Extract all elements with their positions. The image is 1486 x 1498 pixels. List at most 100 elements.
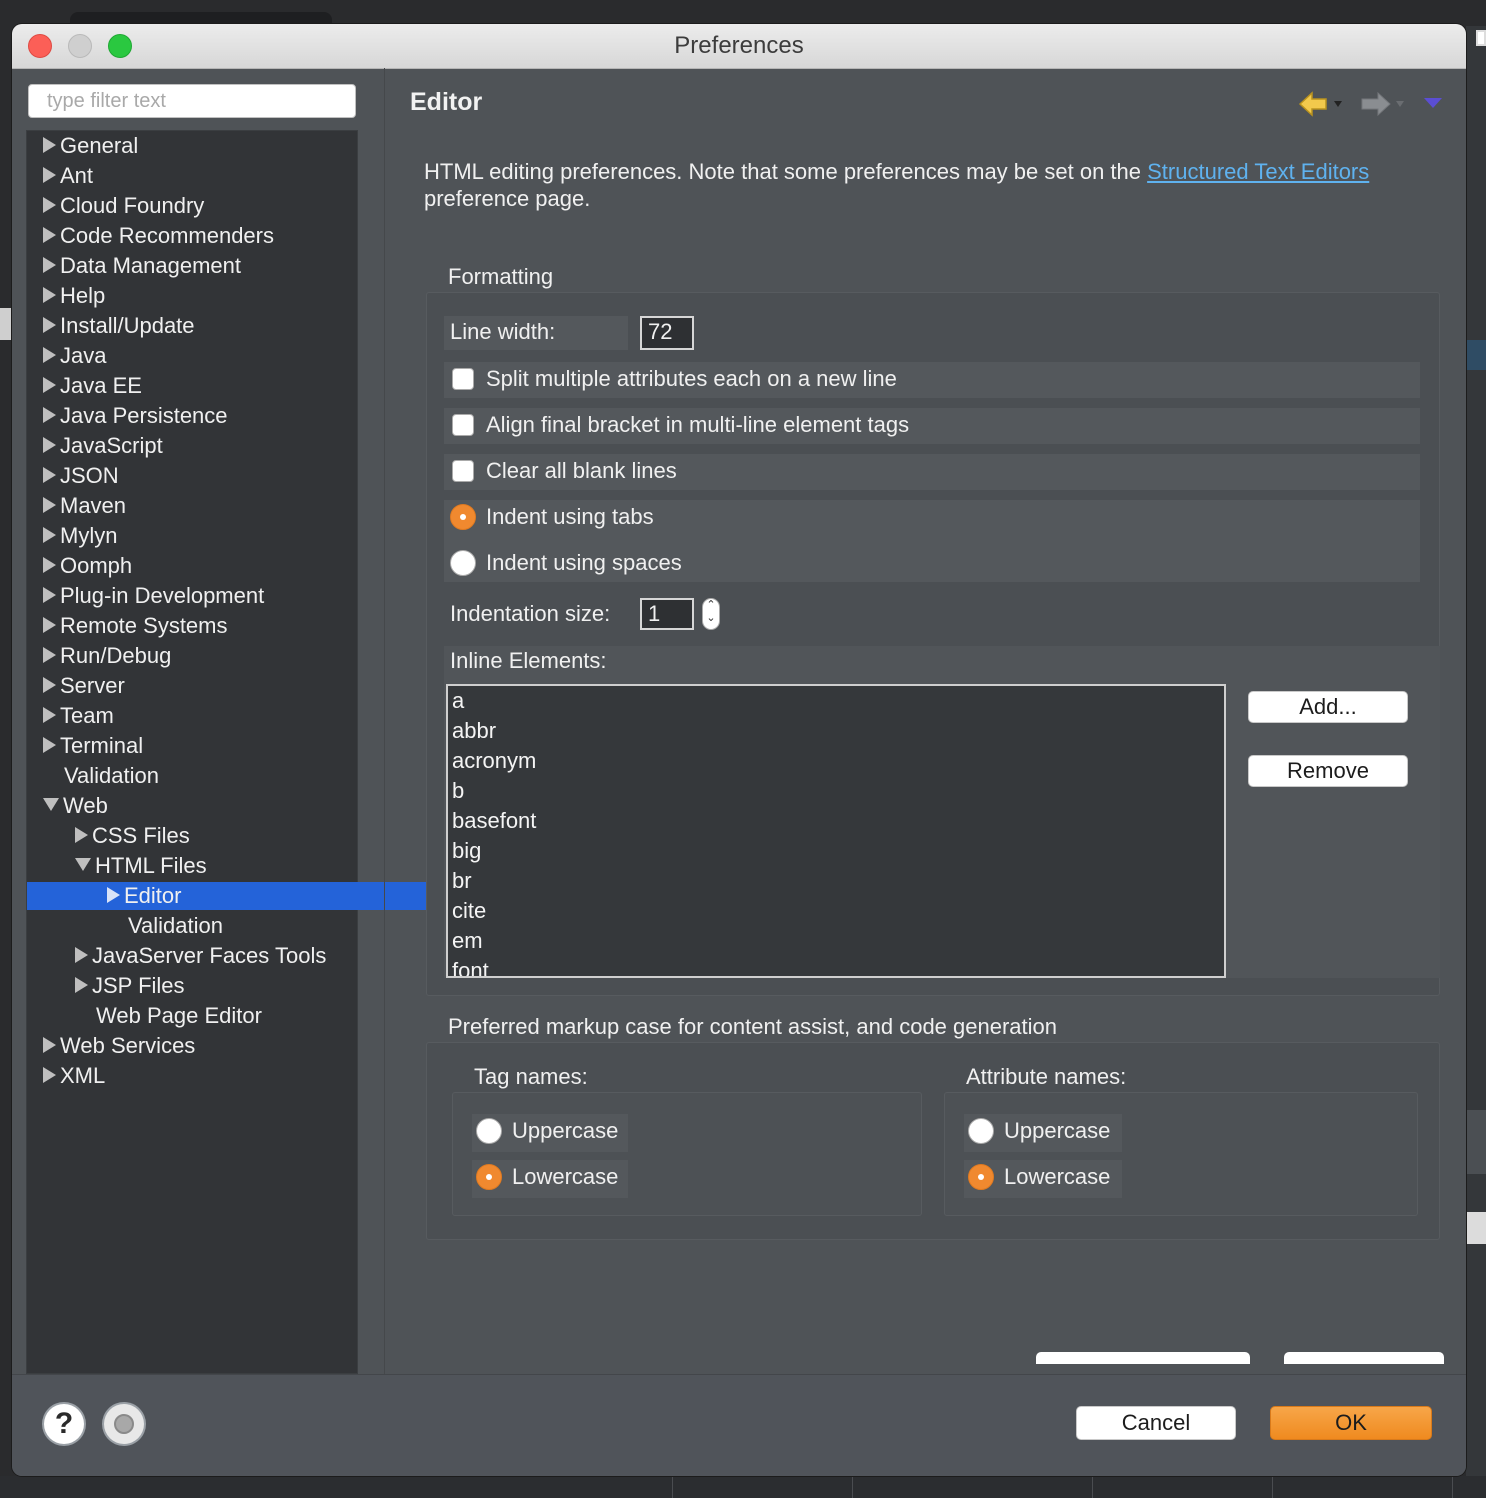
sidebar-item[interactable]: Java Persistence [27,402,373,430]
collapsed-arrow-icon[interactable] [43,197,56,214]
collapsed-arrow-icon[interactable] [43,317,56,334]
sidebar-item[interactable]: Java EE [27,372,373,400]
cancel-button[interactable]: Cancel [1076,1406,1236,1440]
help-icon[interactable]: ? [44,1404,84,1444]
collapsed-arrow-icon[interactable] [43,677,56,694]
sidebar-item[interactable]: JSP Files [27,972,405,1000]
apply-button[interactable] [1284,1352,1444,1364]
collapsed-arrow-icon[interactable] [43,347,56,364]
add-button[interactable]: Add... [1248,691,1408,723]
collapsed-arrow-icon[interactable] [43,1037,56,1054]
sidebar-item[interactable]: JSON [27,462,373,490]
list-item[interactable]: br [452,866,472,896]
tag-uppercase-label[interactable]: Uppercase [512,1118,618,1144]
attribute-uppercase-label[interactable]: Uppercase [1004,1118,1110,1144]
structured-text-editors-link[interactable]: Structured Text Editors [1147,159,1369,184]
back-arrow-icon[interactable] [1298,90,1344,118]
sidebar-item[interactable]: Validation [27,912,437,940]
list-item[interactable]: a [452,686,464,716]
collapsed-arrow-icon[interactable] [43,557,56,574]
collapsed-arrow-icon[interactable] [43,1067,56,1084]
line-width-input[interactable]: 72 [640,316,694,350]
sidebar-item[interactable]: Editor [27,882,437,910]
collapsed-arrow-icon[interactable] [75,947,88,964]
sidebar-item[interactable]: CSS Files [27,822,405,850]
sidebar-item[interactable]: Java [27,342,373,370]
clear-blank-checkbox[interactable] [452,460,474,482]
collapsed-arrow-icon[interactable] [107,887,120,904]
indent-tabs-radio[interactable] [450,504,476,530]
preference-tree[interactable]: General Ant Cloud Foundry Code Recommenders… [26,130,437,1374]
inline-elements-list[interactable]: a abbr acronym b basefont big br cite em font [446,684,1226,978]
collapsed-arrow-icon[interactable] [43,437,56,454]
collapsed-arrow-icon[interactable] [43,737,56,754]
clear-blank-label[interactable]: Clear all blank lines [486,458,677,484]
restore-defaults-button[interactable] [1036,1352,1250,1364]
list-item[interactable]: cite [452,896,486,926]
sidebar-item[interactable]: Cloud Foundry [27,192,373,220]
tag-lowercase-label[interactable]: Lowercase [512,1164,618,1190]
sidebar-item[interactable]: JavaServer Faces Tools [27,942,405,970]
collapsed-arrow-icon[interactable] [43,167,56,184]
view-menu-icon[interactable] [1424,98,1442,108]
sidebar-item[interactable]: Web Services [27,1032,373,1060]
attribute-lowercase-label[interactable]: Lowercase [1004,1164,1110,1190]
sidebar-item[interactable]: Ant [27,162,373,190]
collapsed-arrow-icon[interactable] [43,137,56,154]
tag-lowercase-radio[interactable] [476,1164,502,1190]
indentation-size-input[interactable]: 1 [640,598,694,630]
forward-arrow-icon[interactable] [1358,90,1404,118]
sidebar-item[interactable]: Mylyn [27,522,373,550]
sidebar-item[interactable]: Help [27,282,373,310]
sidebar-item[interactable]: Server [27,672,373,700]
collapsed-arrow-icon[interactable] [43,407,56,424]
sidebar-item[interactable]: XML [27,1062,373,1090]
sidebar-item[interactable]: Install/Update [27,312,373,340]
sidebar-item[interactable]: Terminal [27,732,373,760]
list-item[interactable]: b [452,776,464,806]
split-attributes-checkbox[interactable] [452,368,474,390]
collapsed-arrow-icon[interactable] [43,497,56,514]
sidebar-item[interactable]: Web Page Editor [27,1002,405,1030]
import-export-icon[interactable] [104,1404,144,1444]
panel-divider[interactable] [384,68,385,1374]
sidebar-item[interactable]: Run/Debug [27,642,373,670]
indentation-size-stepper[interactable]: ⌃ ⌄ [702,598,720,630]
indent-spaces-radio[interactable] [450,550,476,576]
attribute-uppercase-radio[interactable] [968,1118,994,1144]
sidebar-item[interactable]: Validation [27,762,373,790]
collapsed-arrow-icon[interactable] [75,977,88,994]
remove-button[interactable]: Remove [1248,755,1408,787]
sidebar-item[interactable]: Maven [27,492,373,520]
list-item[interactable]: big [452,836,481,866]
ok-button[interactable]: OK [1270,1406,1432,1440]
sidebar-item[interactable]: Data Management [27,252,373,280]
expanded-arrow-icon[interactable] [43,797,59,811]
align-bracket-label[interactable]: Align final bracket in multi-line elemen… [486,412,909,438]
sidebar-item[interactable]: Web [27,792,373,820]
collapsed-arrow-icon[interactable] [43,257,56,274]
sidebar-item[interactable]: Plug-in Development [27,582,373,610]
sidebar-item[interactable]: Team [27,702,373,730]
list-item[interactable]: basefont [452,806,536,836]
sidebar-item[interactable]: Remote Systems [27,612,373,640]
split-attributes-label[interactable]: Split multiple attributes each on a new … [486,366,897,392]
collapsed-arrow-icon[interactable] [43,467,56,484]
list-item[interactable]: acronym [452,746,536,776]
attribute-lowercase-radio[interactable] [968,1164,994,1190]
collapsed-arrow-icon[interactable] [43,527,56,544]
sidebar-item[interactable]: Code Recommenders [27,222,373,250]
indent-tabs-label[interactable]: Indent using tabs [486,504,654,530]
indent-spaces-label[interactable]: Indent using spaces [486,550,682,576]
collapsed-arrow-icon[interactable] [43,227,56,244]
list-item[interactable]: em [452,926,483,956]
expanded-arrow-icon[interactable] [75,857,91,871]
filter-input[interactable]: type filter text [28,84,356,118]
sidebar-item[interactable]: General [27,132,373,160]
title-bar[interactable]: Preferences [12,24,1466,69]
collapsed-arrow-icon[interactable] [43,617,56,634]
align-bracket-checkbox[interactable] [452,414,474,436]
collapsed-arrow-icon[interactable] [43,707,56,724]
list-item[interactable]: font [452,956,489,976]
list-item[interactable]: abbr [452,716,496,746]
